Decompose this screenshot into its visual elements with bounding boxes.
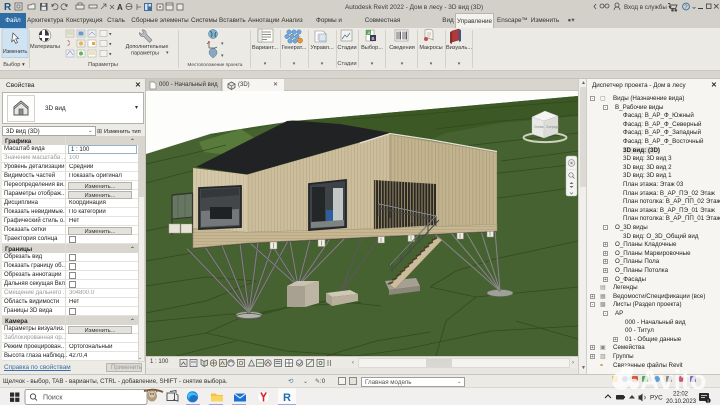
svg-text:Вход в службы ▾: Вход в службы ▾ (624, 4, 672, 11)
svg-text:Avito: Avito (640, 365, 707, 395)
svg-text:Поиск: Поиск (43, 395, 63, 402)
svg-text:▾: ▾ (371, 61, 374, 67)
svg-text:▾: ▾ (109, 52, 112, 58)
svg-text:▾: ▾ (264, 61, 267, 67)
svg-text:Управл...: Управл... (310, 45, 334, 51)
svg-text:Дополнительные: Дополнительные (126, 44, 169, 50)
svg-text:▾: ▾ (458, 61, 461, 67)
svg-text:?: ? (684, 5, 688, 11)
svg-text:Выбор...: Выбор... (361, 45, 383, 51)
svg-text:▾: ▾ (221, 53, 224, 59)
svg-text:Генерат...: Генерат... (282, 45, 307, 51)
svg-text:▾: ▾ (401, 61, 404, 67)
svg-text:Спереди: Спереди (546, 125, 559, 129)
svg-text:▾: ▾ (166, 50, 169, 56)
svg-text:A: A (117, 3, 123, 12)
svg-text:Изменить: Изменить (3, 49, 28, 55)
svg-text:A: A (367, 30, 370, 35)
svg-text:B: B (371, 36, 374, 41)
svg-text:Местоположение проекта: Местоположение проекта (188, 62, 243, 67)
svg-text:▾: ▾ (221, 41, 224, 47)
svg-text:Выбор ▾: Выбор ▾ (3, 62, 25, 68)
svg-text:Параметры: Параметры (88, 62, 118, 68)
svg-text:параметры: параметры (131, 51, 159, 57)
svg-text:▾: ▾ (109, 32, 112, 38)
svg-text:Вариант...: Вариант... (252, 45, 278, 51)
svg-text:Стадии: Стадии (337, 45, 356, 51)
svg-text:▾: ▾ (109, 42, 112, 48)
svg-text:Сведения: Сведения (389, 45, 415, 51)
svg-text:R: R (283, 392, 291, 404)
svg-text:Слева: Слева (534, 125, 544, 129)
svg-text:Макросы: Макросы (419, 45, 442, 51)
svg-text:Визуаль...: Визуаль... (446, 45, 472, 51)
svg-text:▾: ▾ (321, 61, 324, 67)
svg-text:▾: ▾ (293, 61, 296, 67)
svg-text:R: R (4, 2, 12, 13)
svg-text:Стадии: Стадии (337, 61, 356, 67)
svg-text:Материалы: Материалы (30, 44, 60, 50)
svg-text:▾: ▾ (430, 61, 433, 67)
svg-text:Autodesk Revit 2022 - Дом в ле: Autodesk Revit 2022 - Дом в лесу - 3D ви… (345, 4, 483, 11)
